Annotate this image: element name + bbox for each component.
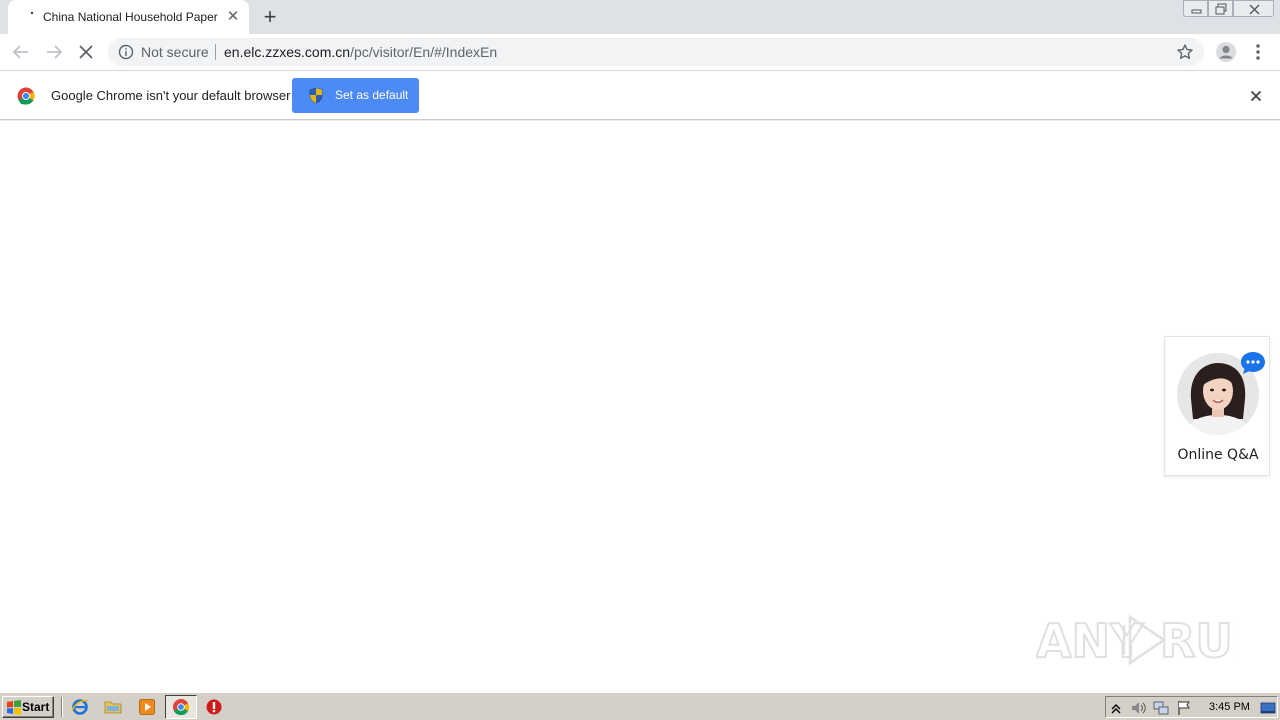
back-button-icon[interactable] [10,41,32,63]
chrome-icon [17,87,35,105]
forward-button-icon[interactable] [43,41,65,63]
explorer-folder-icon[interactable] [104,698,122,716]
set-as-default-label: Set as default [335,88,409,102]
url-host: en.elc.zzxes.com.cn [224,44,351,60]
network-icon[interactable] [1153,700,1169,716]
new-tab-button[interactable]: + [259,6,281,28]
info-icon[interactable] [118,44,134,60]
url-path: /pc/visitor/En/#/IndexEn [350,44,498,60]
svg-text:RUN: RUN [1160,614,1236,668]
windows-taskbar: Start 3:45 PM [0,692,1280,720]
start-button[interactable]: Start [2,696,54,718]
close-icon [1249,4,1260,15]
desktop-icon[interactable] [1260,700,1276,716]
kebab-menu-icon[interactable] [1250,41,1266,63]
stop-loading-icon[interactable] [75,41,97,63]
restore-button[interactable] [1208,0,1233,17]
set-as-default-button[interactable]: Set as default [292,78,419,113]
url-text[interactable]: en.elc.zzxes.com.cn/pc/visitor/En/#/Inde… [224,44,497,60]
anyrun-watermark: ANY RUN [1036,613,1236,669]
browser-tab[interactable]: China National Household Paper Industry … [8,0,249,34]
uac-shield-icon [309,87,323,104]
star-icon[interactable] [1176,43,1194,61]
chevron-up-icon[interactable] [1108,700,1124,716]
minimize-button[interactable] [1183,0,1208,17]
address-bar[interactable]: Not secure en.elc.zzxes.com.cn/pc/visito… [108,38,1204,66]
person-icon[interactable] [1215,41,1237,63]
infobar-close-icon[interactable] [1248,88,1264,104]
minimize-icon [1191,9,1202,14]
tab-strip: China National Household Paper Industry … [0,0,1280,34]
restore-icon [1215,3,1227,15]
windows-logo-icon [7,700,21,715]
loading-dot-icon [30,11,34,15]
page-content: Online Q&A ANY RUN [0,121,1280,692]
online-qa-label: Online Q&A [1177,447,1259,463]
speaker-icon[interactable] [1130,700,1146,716]
window-close-button[interactable] [1233,0,1274,17]
infobar-message: Google Chrome isn't your default browser [51,88,291,103]
omnibox-divider [215,44,216,60]
flag-icon[interactable] [1176,700,1192,716]
security-status[interactable]: Not secure [141,44,209,60]
stop-sign-icon[interactable] [205,698,223,716]
internet-explorer-icon[interactable] [71,698,89,716]
browser-toolbar: Not secure en.elc.zzxes.com.cn/pc/visito… [0,34,1280,71]
chrome-taskbar-button[interactable] [165,695,197,719]
online-qa-widget[interactable]: Online Q&A [1164,336,1270,476]
taskbar-clock[interactable]: 3:45 PM [1209,701,1250,713]
taskbar-divider [61,697,63,717]
tab-close-icon[interactable]: ✕ [226,9,240,25]
system-tray: 3:45 PM [1105,696,1278,718]
start-label: Start [22,700,50,714]
media-player-icon[interactable] [138,698,156,716]
chat-bubble-icon [1241,352,1265,374]
svg-text:ANY: ANY [1036,614,1144,668]
tab-title: China National Household Paper Industry [43,10,219,24]
default-browser-infobar: Google Chrome isn't your default browser… [0,72,1280,120]
chrome-icon [173,699,190,716]
